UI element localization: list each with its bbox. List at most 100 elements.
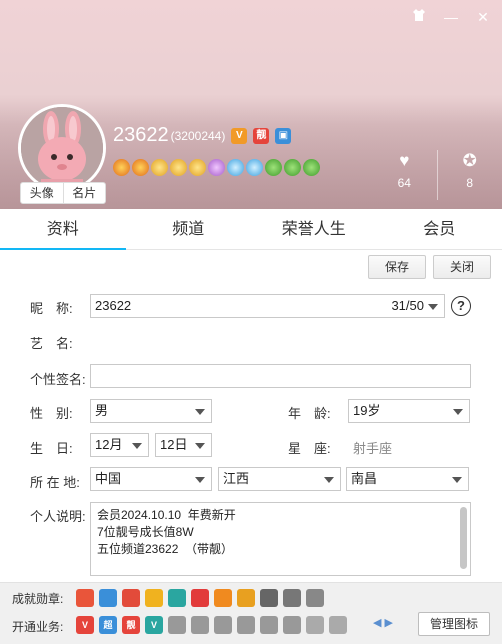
medal-icon[interactable] <box>237 589 255 607</box>
avatar-tab[interactable]: 头像 <box>21 183 63 203</box>
qq-number: (3200244) <box>170 128 226 143</box>
leaf-icon <box>265 159 282 176</box>
nickname-field[interactable]: 23622 31/50 <box>90 294 445 318</box>
services-label: 开通业务: <box>12 620 64 634</box>
vip-badge[interactable]: V <box>231 127 248 144</box>
nickname-label: 昵 称: <box>30 301 73 316</box>
pretty-number-badge[interactable]: 靓 <box>253 127 270 144</box>
gender-select[interactable]: 男 <box>90 399 212 423</box>
service-icon[interactable] <box>214 616 232 634</box>
nickname-count: 31/50 <box>391 298 424 313</box>
birthday-label: 生 日: <box>30 441 73 456</box>
service-badges: V 超 靓 V <box>76 616 347 634</box>
badge-pager[interactable]: ◀ ▶ <box>373 616 393 629</box>
avatar[interactable] <box>18 104 106 192</box>
chevron-down-icon[interactable] <box>428 304 438 310</box>
age-label: 年 龄: <box>288 406 331 421</box>
medal-icon[interactable] <box>283 589 301 607</box>
profile-tabs: 资料 频道 荣誉人生 会员 <box>0 210 502 250</box>
svip-icon[interactable]: V <box>76 616 94 634</box>
card-badge-icon[interactable]: ▣ <box>275 127 292 144</box>
avatar-tabs: 头像 名片 <box>20 182 106 204</box>
country-value: 中国 <box>95 471 122 486</box>
medal-icon[interactable] <box>260 589 278 607</box>
manage-icons-button[interactable]: 管理图标 <box>418 612 490 636</box>
heart-icon: ♥ <box>399 151 410 170</box>
medal-icon[interactable] <box>306 589 324 607</box>
medal-icon[interactable] <box>76 589 94 607</box>
level-stat[interactable]: ✪ 8 <box>436 150 502 200</box>
close-window-button[interactable]: ✕ <box>472 8 494 26</box>
medal-icon[interactable] <box>168 589 186 607</box>
age-select[interactable]: 19岁 <box>348 399 470 423</box>
tab-info[interactable]: 资料 <box>0 210 126 250</box>
service-icon[interactable] <box>283 616 301 634</box>
pretty-icon[interactable]: 靓 <box>122 616 140 634</box>
medal-icon[interactable] <box>145 589 163 607</box>
chevron-down-icon <box>132 443 142 449</box>
chevron-down-icon <box>452 477 462 483</box>
nickname-value: 23622 <box>95 298 132 313</box>
close-button[interactable]: 关闭 <box>433 255 491 279</box>
province-value: 江西 <box>223 471 250 486</box>
chevron-down-icon <box>195 443 205 449</box>
chevron-down-icon <box>195 477 205 483</box>
intro-line: 五位频道23622 （带靓） <box>97 542 234 556</box>
super-icon[interactable]: 超 <box>99 616 117 634</box>
intro-line: 7位靓号成长值8W <box>97 525 194 539</box>
service-icon[interactable] <box>329 616 347 634</box>
city-value: 南昌 <box>351 471 378 486</box>
moon-icon <box>208 159 225 176</box>
likes-count: 64 <box>397 176 411 190</box>
chevron-down-icon <box>324 477 334 483</box>
crown-icon <box>151 159 168 176</box>
gender-value: 男 <box>95 403 109 418</box>
service-icon[interactable] <box>260 616 278 634</box>
level-count: 8 <box>466 176 474 190</box>
level-medals <box>113 159 320 176</box>
intro-label: 个人说明: <box>30 509 86 524</box>
zodiac-label: 星 座: <box>288 441 331 456</box>
chevron-down-icon <box>453 409 463 415</box>
save-button[interactable]: 保存 <box>368 255 426 279</box>
location-label: 所 在 地: <box>30 475 80 490</box>
chevron-down-icon <box>195 409 205 415</box>
birth-month-value: 12月 <box>95 437 123 452</box>
tab-vip[interactable]: 会员 <box>377 210 502 249</box>
gender-label: 性 别: <box>30 406 73 421</box>
tab-honor[interactable]: 荣誉人生 <box>251 210 377 249</box>
medal-icon[interactable] <box>122 589 140 607</box>
medal-icon[interactable] <box>214 589 232 607</box>
tab-channel[interactable]: 频道 <box>126 210 252 249</box>
minimize-button[interactable]: — <box>440 8 462 26</box>
service-icon[interactable] <box>237 616 255 634</box>
intro-line: 会员2024.10.10 年费新开 <box>97 508 236 522</box>
service-icon[interactable] <box>191 616 209 634</box>
scrollbar[interactable] <box>460 507 467 569</box>
country-select[interactable]: 中国 <box>90 467 212 491</box>
signature-label: 个性签名: <box>30 372 86 387</box>
window-controls: — ✕ <box>408 8 494 26</box>
birth-day-select[interactable]: 12日 <box>155 433 212 457</box>
leaf-icon <box>284 159 301 176</box>
achievement-medals <box>76 589 324 607</box>
help-icon[interactable]: ? <box>451 296 471 316</box>
medal-icon[interactable] <box>99 589 117 607</box>
province-select[interactable]: 江西 <box>218 467 341 491</box>
likes-stat[interactable]: ♥ 64 <box>372 150 437 200</box>
card-tab[interactable]: 名片 <box>62 183 106 203</box>
birth-month-select[interactable]: 12月 <box>90 433 149 457</box>
city-select[interactable]: 南昌 <box>346 467 469 491</box>
diamond-icon <box>227 159 244 176</box>
age-value: 19岁 <box>353 403 381 418</box>
nickname-row: 23622 (3200244) V 靓 ▣ <box>113 124 292 147</box>
zodiac-value: 射手座 <box>353 441 393 456</box>
service-icon[interactable]: V <box>145 616 163 634</box>
service-icon[interactable] <box>306 616 324 634</box>
crown-icon <box>132 159 149 176</box>
medal-icon[interactable] <box>191 589 209 607</box>
signature-input[interactable] <box>90 364 471 388</box>
service-icon[interactable] <box>168 616 186 634</box>
shirt-icon[interactable] <box>408 8 430 26</box>
intro-textarea[interactable]: 会员2024.10.10 年费新开 7位靓号成长值8W 五位频道23622 （带… <box>90 502 471 576</box>
